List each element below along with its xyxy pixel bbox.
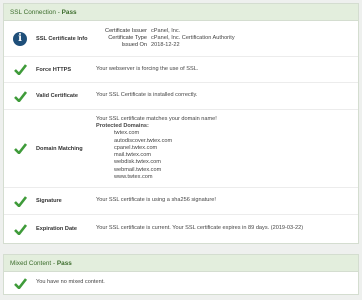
check-icon xyxy=(13,143,27,154)
type-key: Certificate Type xyxy=(108,34,147,41)
ssl-info-row: i SSL Certificate Info Certificate Issue… xyxy=(4,21,358,57)
ssl-connection-panel: SSL Connection - Pass i SSL Certificate … xyxy=(3,3,359,244)
mixed-content-value: You have no mixed content. xyxy=(36,279,105,286)
domain-item: autodiscover.twtex.com xyxy=(114,137,173,144)
issuer-key: Certificate Issuer xyxy=(105,27,147,34)
domain-matching-value: Your SSL certificate matches your domain… xyxy=(96,116,358,181)
force-https-value: Your webserver is forcing the use of SSL… xyxy=(96,65,199,72)
issued-value: 2018-12-22 xyxy=(151,42,180,49)
domain-item: webdisk.twtex.com xyxy=(114,159,161,166)
domain-item: twtex.com xyxy=(114,130,140,137)
valid-cert-value: Your SSL Certificate is installed correc… xyxy=(96,92,198,99)
ssl-info-label: SSL Certificate Info xyxy=(36,35,88,42)
domain-matching-row: Domain Matching Your SSL certificate mat… xyxy=(4,110,358,188)
check-icon xyxy=(13,223,27,235)
force-https-row: Force HTTPS Your webserver is forcing th… xyxy=(4,57,358,83)
valid-cert-label: Valid Certificate xyxy=(36,93,78,99)
expiration-label: Expiration Date xyxy=(36,226,78,232)
expiration-row: Expiration Date Your SSL certificate is … xyxy=(4,215,358,243)
ssl-panel-header: SSL Connection - Pass xyxy=(4,4,358,21)
mixed-panel-header: Mixed Content - Pass xyxy=(4,255,358,272)
signature-value: Your SSL certificate is using a sha256 s… xyxy=(96,197,216,204)
domain-matching-label: Domain Matching xyxy=(36,145,83,152)
domain-item: www.twtex.com xyxy=(114,173,153,180)
domain-item: mail.twtex.com xyxy=(114,152,151,159)
expiration-value: Your SSL certificate is current. Your SS… xyxy=(96,225,304,232)
mixed-content-panel: Mixed Content - Pass You have no mixed c… xyxy=(3,254,359,295)
issued-key: Issued On xyxy=(121,42,148,49)
check-icon xyxy=(13,195,27,207)
ssl-info-fields: Certificate Issuer cPanel, Inc. Certifica… xyxy=(96,28,358,50)
check-icon xyxy=(13,277,27,289)
signature-row: Signature Your SSL certificate is using … xyxy=(4,188,358,215)
signature-label: Signature xyxy=(36,198,62,204)
mixed-panel-status: Pass xyxy=(56,260,72,267)
protected-domains-label: Protected Domains: xyxy=(96,123,149,130)
check-icon xyxy=(13,90,27,102)
valid-cert-row: Valid Certificate Your SSL Certificate i… xyxy=(4,83,358,110)
protected-domains-list: twtex.com autodiscover.twtex.com cpanel.… xyxy=(96,130,358,180)
domain-match-message: Your SSL certificate matches your domain… xyxy=(96,116,217,123)
info-icon: i xyxy=(13,31,27,46)
check-icon xyxy=(13,64,27,75)
ssl-panel-title: SSL Connection - xyxy=(10,9,62,16)
type-value: cPanel, Inc. Certification Authority xyxy=(151,34,235,41)
force-https-label: Force HTTPS xyxy=(36,66,72,73)
mixed-content-row: You have no mixed content. xyxy=(4,272,358,294)
mixed-panel-title: Mixed Content - xyxy=(10,260,57,267)
ssl-panel-status: Pass xyxy=(61,9,77,16)
domain-item: cpanel.twtex.com xyxy=(114,144,158,151)
domain-item: webmail.twtex.com xyxy=(114,166,162,173)
issuer-value: cPanel, Inc. xyxy=(151,27,181,34)
